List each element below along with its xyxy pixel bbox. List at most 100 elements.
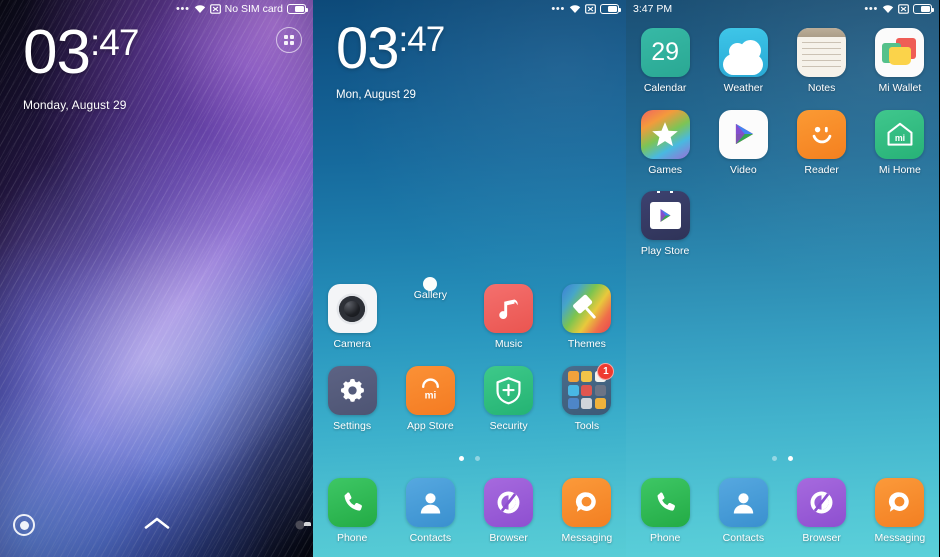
browser-icon	[797, 478, 847, 528]
home2-page-indicator[interactable]	[626, 456, 939, 461]
browser-icon	[484, 478, 534, 528]
dock-label: Contacts	[409, 532, 452, 545]
dock-label: Contacts	[722, 532, 765, 545]
more-dots-icon: •••	[864, 3, 878, 15]
page-dot-1[interactable]	[772, 456, 777, 461]
dock-phone[interactable]: Phone	[626, 478, 704, 545]
page-dot-1[interactable]	[459, 456, 464, 461]
dock-label: Messaging	[561, 532, 613, 545]
app-music[interactable]: Music	[470, 284, 548, 351]
lockscreen-date: Monday, August 29	[23, 98, 127, 113]
home1-dock: Phone Contacts Browser Messaging	[313, 478, 626, 545]
lockscreen-clock: 03 :47 Monday, August 29	[23, 18, 139, 113]
battery-icon	[913, 4, 934, 14]
app-camera[interactable]: Camera	[313, 284, 391, 351]
no-signal-icon	[209, 4, 221, 14]
app-play-store[interactable]: Play Store	[626, 191, 704, 258]
no-signal-icon	[585, 4, 596, 14]
notification-badge: 1	[597, 362, 615, 380]
dock-label: Phone	[649, 532, 681, 545]
app-tools-folder[interactable]: 1 Tools	[548, 362, 626, 433]
app-label: Security	[489, 419, 528, 432]
home-date: Mon, August 29	[336, 89, 416, 102]
battery-icon	[287, 4, 308, 14]
app-label: Play Store	[640, 245, 690, 258]
page-dot-2[interactable]	[475, 456, 480, 461]
messaging-icon	[875, 478, 925, 528]
dock-messaging[interactable]: Messaging	[861, 478, 939, 545]
play-store-icon	[640, 191, 690, 241]
app-weather[interactable]: Weather	[704, 28, 782, 95]
home2-app-grid: 29 Calendar Weather Notes Mi Wallet Game…	[626, 28, 939, 258]
app-label: Tools	[574, 419, 600, 432]
contacts-icon	[405, 478, 455, 528]
phone-icon	[327, 478, 377, 528]
camera-icon	[327, 284, 377, 333]
home2-dock: Phone Contacts Browser Messaging	[626, 478, 939, 545]
app-security[interactable]: Security	[470, 365, 548, 433]
dock-label: Browser	[802, 532, 841, 545]
app-mi-wallet[interactable]: Mi Wallet	[861, 28, 939, 95]
more-dots-icon: •••	[175, 3, 190, 15]
app-mi-home[interactable]: mi Mi Home	[861, 109, 939, 177]
battery-icon	[600, 4, 621, 14]
calendar-day: 29	[651, 38, 680, 66]
music-icon	[484, 284, 534, 333]
app-reader[interactable]: Reader	[783, 109, 861, 177]
settings-icon	[327, 365, 377, 415]
app-label: Mi Wallet	[878, 82, 922, 94]
clock-hours: 03	[336, 16, 400, 81]
weather-icon	[718, 28, 768, 77]
app-games[interactable]: Games	[626, 109, 704, 177]
dock-contacts[interactable]: Contacts	[704, 478, 782, 545]
grid-dots-icon	[283, 34, 295, 46]
record-shortcut-button[interactable]	[13, 514, 35, 536]
app-label: Calendar	[643, 82, 687, 94]
home1-app-grid: Camera Gallery Music Themes Settings mi …	[313, 277, 626, 433]
lockscreen-status-bar: ••• No SIM card	[0, 0, 313, 18]
app-label: Video	[730, 163, 757, 176]
unlock-swipe-button[interactable]	[144, 516, 170, 535]
app-label: Games	[648, 163, 683, 176]
app-store-icon: mi	[405, 365, 455, 415]
calendar-icon: 29	[640, 28, 690, 77]
no-signal-icon	[898, 4, 909, 14]
clock-hours: 03	[23, 18, 91, 87]
status-bar-time: 3:47 PM	[633, 3, 673, 15]
dock-contacts[interactable]: Contacts	[391, 478, 469, 545]
dock-browser[interactable]: Browser	[783, 478, 861, 545]
app-label: Mi Home	[878, 163, 921, 176]
messaging-icon	[562, 478, 612, 528]
app-app-store[interactable]: mi App Store	[391, 365, 469, 433]
app-label: Reader	[804, 163, 839, 176]
more-dots-icon: •••	[551, 3, 565, 15]
carrier-label: No SIM card	[224, 3, 283, 15]
dock-label: Phone	[336, 532, 368, 545]
dock-messaging[interactable]: Messaging	[548, 478, 626, 545]
app-label: Camera	[333, 338, 371, 350]
dock-browser[interactable]: Browser	[470, 478, 548, 545]
wifi-icon	[569, 4, 581, 14]
record-circle-icon	[13, 514, 35, 536]
lock-screen: ••• No SIM card 03 :47 Monday, August 29	[0, 0, 313, 557]
app-video[interactable]: Video	[704, 109, 782, 177]
home-screen-page-1: ••• 03 :47 Mon, August 29 Camera Gallery…	[313, 0, 626, 557]
app-label: Music	[494, 338, 523, 350]
app-grid-shortcut-button[interactable]	[276, 27, 302, 53]
page-dot-2[interactable]	[788, 456, 793, 461]
contacts-icon	[718, 478, 768, 528]
app-label: Gallery	[413, 289, 447, 301]
home1-page-indicator[interactable]	[313, 456, 626, 461]
clock-minutes: :47	[398, 20, 446, 59]
wifi-icon	[194, 4, 206, 14]
notes-icon	[797, 28, 847, 77]
app-calendar[interactable]: 29 Calendar	[626, 28, 704, 95]
app-themes[interactable]: Themes	[548, 284, 626, 351]
app-label: Themes	[567, 338, 606, 350]
app-gallery[interactable]: Gallery	[391, 277, 469, 351]
home-clock-widget[interactable]: 03 :47 Mon, August 29	[336, 16, 446, 102]
wifi-icon	[882, 4, 894, 14]
app-notes[interactable]: Notes	[783, 28, 861, 95]
dock-phone[interactable]: Phone	[313, 478, 391, 545]
app-settings[interactable]: Settings	[313, 365, 391, 433]
